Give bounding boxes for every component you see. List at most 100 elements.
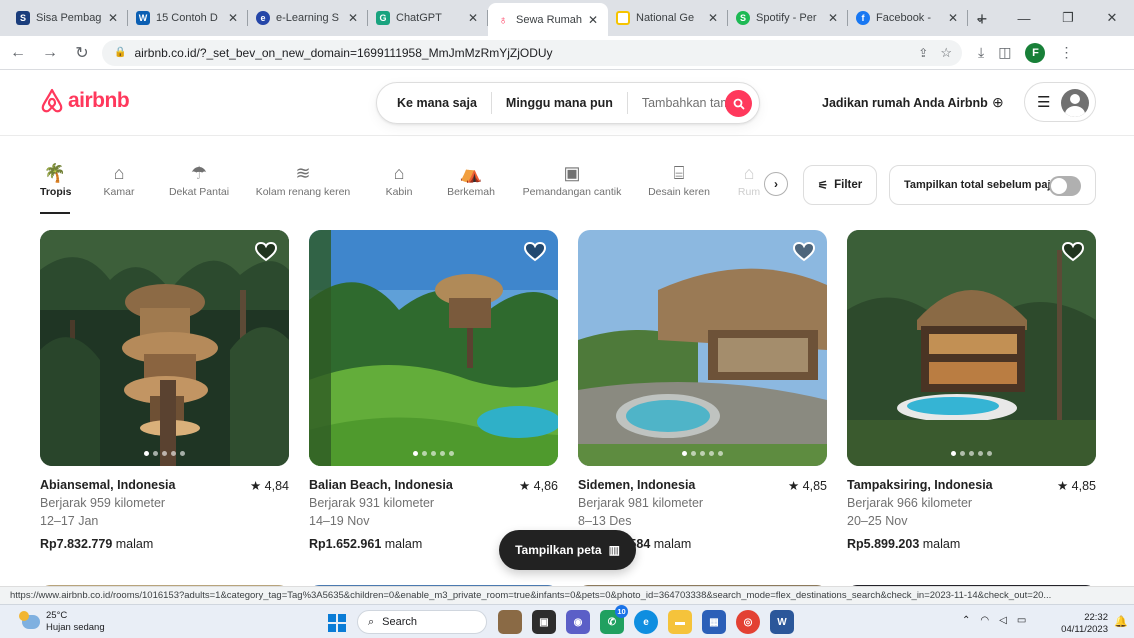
wildlife-app-icon[interactable] xyxy=(498,610,522,634)
close-window-button[interactable]: ✕ xyxy=(1090,0,1134,36)
whatsapp-icon[interactable]: ✆ 10 xyxy=(600,605,628,634)
close-icon[interactable]: ✕ xyxy=(466,11,480,25)
listing-photo[interactable] xyxy=(847,230,1096,466)
category-tropis[interactable]: 🌴 Tropis xyxy=(40,160,72,214)
browser-tab-active[interactable]: ♁ Sewa Rumah ✕ xyxy=(488,3,608,36)
browser-tab[interactable]: W 15 Contoh D ✕ xyxy=(128,3,248,33)
house-icon: ⌂ xyxy=(743,162,755,183)
bookmark-star-icon[interactable]: ☆ xyxy=(940,45,952,61)
category-rumah[interactable]: ⌂ Rum xyxy=(734,160,760,199)
heart-icon[interactable] xyxy=(255,242,277,262)
listing-header: Tampaksiring, Indonesia ★ 4,85 xyxy=(847,478,1096,494)
heart-icon[interactable] xyxy=(793,242,815,262)
system-clock[interactable]: 22:32 04/11/2023 xyxy=(1054,612,1108,636)
listing-card[interactable]: Balian Beach, Indonesia ★ 4,86 Berjarak 9… xyxy=(309,230,558,551)
active-underline xyxy=(40,212,70,214)
profile-avatar[interactable]: F xyxy=(1025,42,1046,63)
chat-icon[interactable]: ◉ xyxy=(566,610,590,634)
listing-rating: ★ 4,85 xyxy=(1057,478,1096,493)
file-explorer-icon[interactable]: ▬ xyxy=(668,610,692,634)
search-icon xyxy=(733,98,744,109)
category-label: Tropis xyxy=(40,186,72,198)
listing-photo[interactable] xyxy=(309,230,558,466)
category-dekat-pantai[interactable]: ☂ Dekat Pantai xyxy=(167,160,231,199)
airbnb-logo[interactable]: airbnb xyxy=(40,88,130,114)
battery-icon[interactable]: ▭ xyxy=(1017,615,1026,626)
tax-toggle-button[interactable]: Tampilkan total sebelum pajak xyxy=(889,165,1096,205)
notification-badge: 10 xyxy=(615,605,628,618)
listing-dates: 20–25 Nov xyxy=(847,514,908,528)
chevron-right-icon[interactable]: › xyxy=(764,172,788,196)
category-bar: 🌴 Tropis ⌂ Kamar ☂ Dekat Pantai ≋ Kolam rena… xyxy=(40,160,760,220)
weather-widget[interactable]: 25°C Hujan sedang xyxy=(19,610,105,634)
listing-card[interactable]: Tampaksiring, Indonesia ★ 4,85 Berjarak 9… xyxy=(847,230,1096,551)
word-icon[interactable]: W xyxy=(770,610,794,634)
listing-distance: Berjarak 966 kilometer xyxy=(847,496,973,510)
close-icon[interactable]: ✕ xyxy=(706,11,720,25)
listing-card[interactable]: Sidemen, Indonesia ★ 4,85 Berjarak 981 ki… xyxy=(578,230,827,551)
map-icon: ▥ xyxy=(608,543,620,557)
forward-button[interactable]: → xyxy=(36,39,64,67)
filter-label: Filter xyxy=(834,179,863,191)
globe-icon[interactable]: ⊕ xyxy=(992,94,1004,111)
filter-button[interactable]: ⚟ Filter xyxy=(803,165,877,205)
close-icon[interactable]: ✕ xyxy=(346,11,360,25)
taskbar-search[interactable]: ⌕ Search xyxy=(357,610,487,634)
category-berkemah[interactable]: ⛺ Berkemah xyxy=(446,160,496,199)
volume-icon[interactable]: ◁ xyxy=(999,615,1007,626)
side-panel-icon[interactable]: ◫ xyxy=(998,44,1011,61)
reload-button[interactable]: ↻ xyxy=(68,39,96,67)
restore-button[interactable]: ❐ xyxy=(1046,0,1090,36)
browser-tab[interactable]: S Spotify - Per ✕ xyxy=(728,3,848,33)
search-where[interactable]: Ke mana saja xyxy=(377,96,491,110)
browser-tab[interactable]: f Facebook - ✕ xyxy=(848,3,968,33)
close-icon[interactable]: ✕ xyxy=(826,11,840,25)
listing-photo[interactable] xyxy=(578,230,827,466)
category-pemandangan[interactable]: ▣ Pemandangan cantik xyxy=(522,160,622,199)
close-icon[interactable]: ✕ xyxy=(226,11,240,25)
listing-location: Tampaksiring, Indonesia xyxy=(847,478,993,492)
lock-icon[interactable]: 🔒 xyxy=(114,47,126,58)
listing-photo[interactable] xyxy=(40,230,289,466)
windows-start-icon[interactable] xyxy=(328,614,346,632)
browser-tab[interactable]: G ChatGPT ✕ xyxy=(368,3,488,33)
tab-favicon: f xyxy=(856,11,870,25)
heart-icon[interactable] xyxy=(1062,242,1084,262)
weather-temp: 25°C xyxy=(46,610,68,621)
category-kabin[interactable]: ⌂ Kabin xyxy=(382,160,416,199)
tab-title: ChatGPT xyxy=(396,12,442,24)
download-icon[interactable]: ⤓ xyxy=(978,44,984,61)
dome-villa-photo xyxy=(578,230,827,466)
browser-tab[interactable]: e e-Learning S ✕ xyxy=(248,3,368,33)
browser-tab[interactable]: S Sisa Pembag ✕ xyxy=(8,3,128,33)
heart-icon[interactable] xyxy=(524,242,546,262)
wifi-icon[interactable]: ◠ xyxy=(980,615,989,626)
category-kamar[interactable]: ⌂ Kamar xyxy=(102,160,136,199)
show-map-button[interactable]: Tampilkan peta ▥ xyxy=(499,530,636,570)
search-bar[interactable]: Ke mana saja Minggu mana pun Tambahkan t… xyxy=(376,82,760,124)
listing-card[interactable]: Abiansemal, Indonesia ★ 4,84 Berjarak 959… xyxy=(40,230,289,551)
tax-toggle-switch[interactable] xyxy=(1049,176,1081,196)
search-button[interactable] xyxy=(725,90,752,117)
share-icon[interactable]: ⇪ xyxy=(918,46,928,60)
back-button[interactable]: ← xyxy=(4,39,32,67)
task-view-icon[interactable]: ▣ xyxy=(532,610,556,634)
store-icon[interactable]: ▦ xyxy=(702,610,726,634)
user-menu-button[interactable]: ☰ xyxy=(1024,82,1096,122)
browser-tab[interactable]: National Ge ✕ xyxy=(608,3,728,33)
chevron-up-icon[interactable]: ⌃ xyxy=(962,615,970,626)
minimize-button[interactable]: — xyxy=(1002,0,1046,36)
become-host-link[interactable]: Jadikan rumah Anda Airbnb xyxy=(822,96,988,110)
address-bar[interactable]: 🔒 airbnb.co.id/?_set_bev_on_new_domain=1… xyxy=(102,39,962,66)
category-kolam-renang[interactable]: ≋ Kolam renang keren xyxy=(255,160,351,199)
notification-bell-icon[interactable]: 🔔 xyxy=(1114,615,1128,628)
edge-icon[interactable]: e xyxy=(634,610,658,634)
search-when[interactable]: Minggu mana pun xyxy=(492,96,627,110)
category-desain-keren[interactable]: ⌸ Desain keren xyxy=(647,160,711,199)
close-icon[interactable]: ✕ xyxy=(586,13,600,27)
browser-menu-icon[interactable]: ⋮ xyxy=(1059,44,1073,61)
close-icon[interactable]: ✕ xyxy=(106,11,120,25)
chrome-icon[interactable]: ◎ xyxy=(736,610,760,634)
tab-search-icon[interactable]: ⌄ xyxy=(958,0,1002,36)
view-icon: ▣ xyxy=(563,162,581,183)
